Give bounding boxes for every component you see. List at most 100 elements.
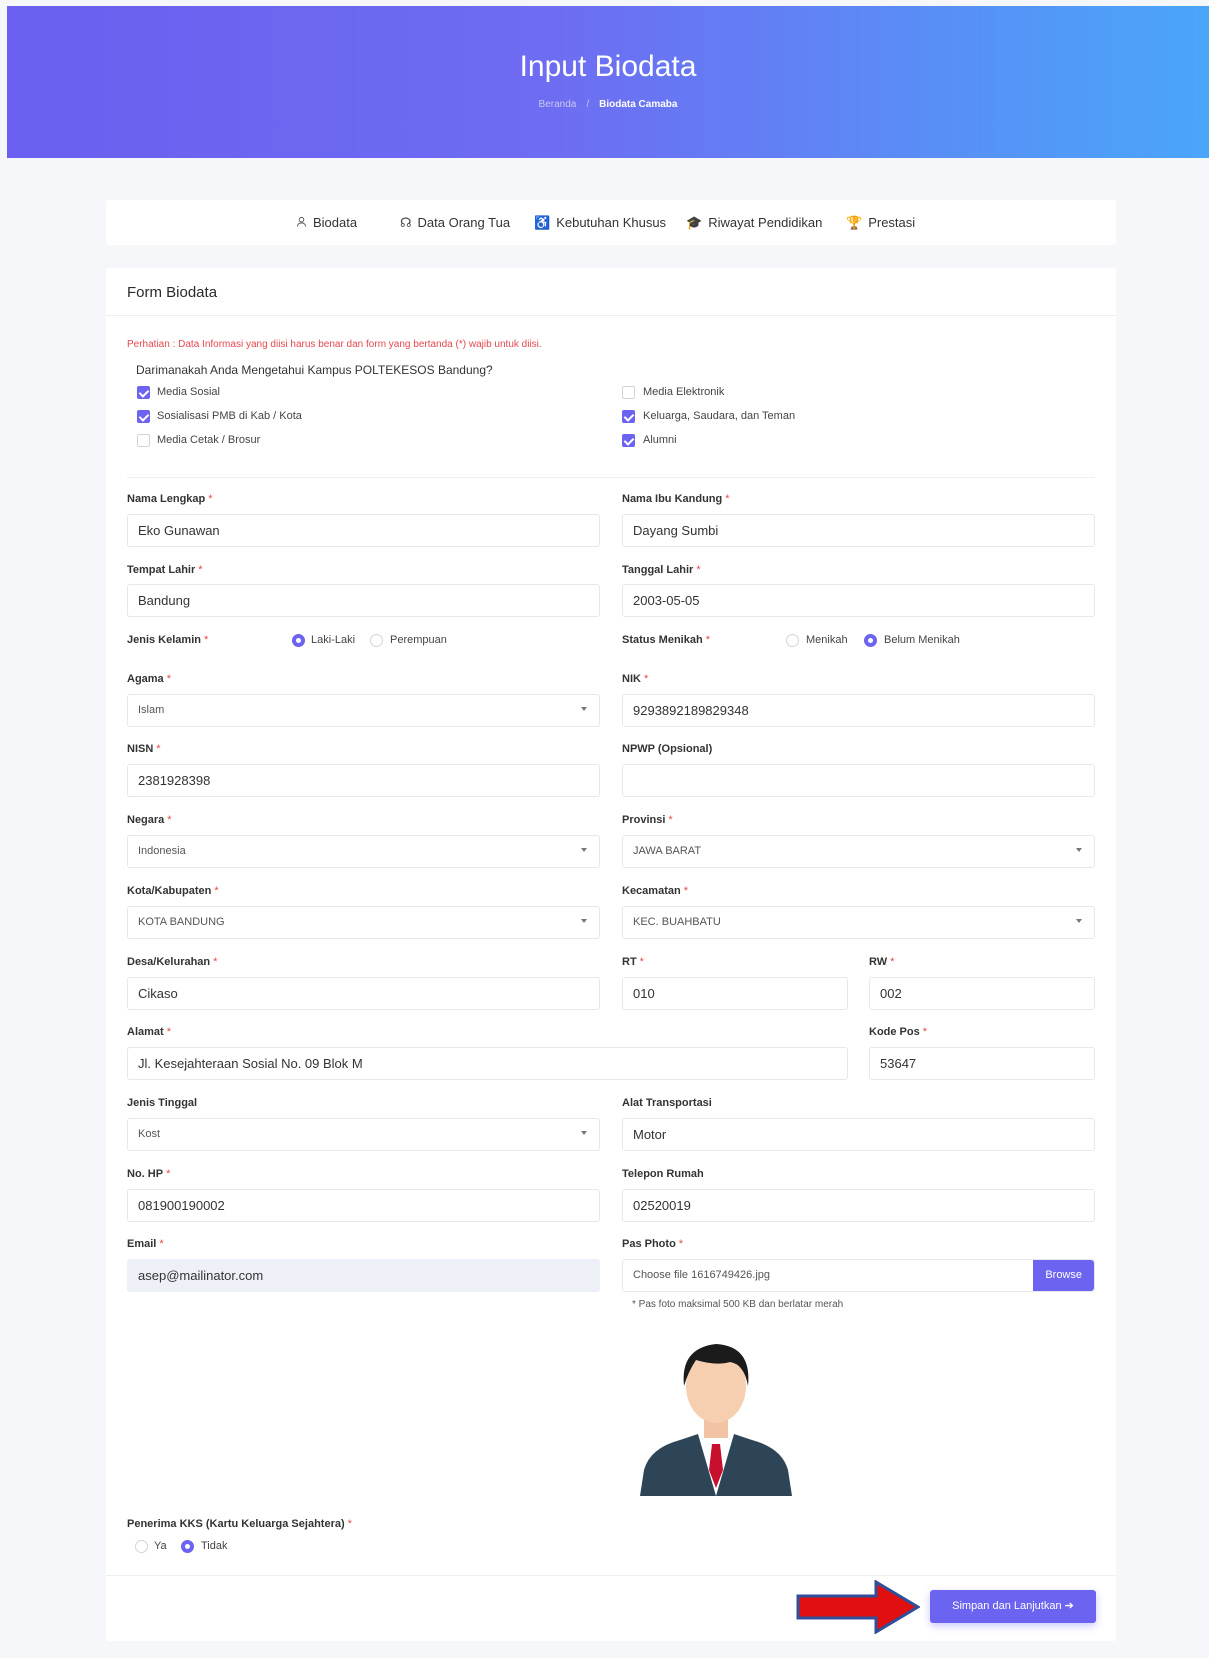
- breadcrumb-separator: /: [586, 99, 590, 110]
- alamat-input[interactable]: Jl. Kesejahteraan Sosial No. 09 Blok M: [127, 1047, 848, 1080]
- source-question: Darimanakah Anda Mengetahui Kampus POLTE…: [136, 363, 493, 377]
- agama-select[interactable]: Islam: [127, 694, 600, 727]
- browse-button[interactable]: Browse: [1033, 1260, 1094, 1291]
- label-rt: RT *: [622, 956, 644, 968]
- kota-select[interactable]: KOTA BANDUNG: [127, 906, 600, 939]
- telepon-rumah-input[interactable]: 02520019: [622, 1189, 1095, 1222]
- tab-kebutuhan-khusus[interactable]: ♿ Kebutuhan Khusus: [534, 200, 666, 245]
- label-jenis-kelamin: Jenis Kelamin *: [127, 634, 209, 646]
- breadcrumb: Beranda / Biodata Camaba: [7, 99, 1209, 110]
- divider: [106, 315, 1116, 316]
- jenis-tinggal-select[interactable]: Kost: [127, 1118, 600, 1151]
- label-nama-ibu: Nama Ibu Kandung *: [622, 493, 730, 505]
- radio-perempuan[interactable]: [370, 634, 383, 647]
- tab-label: Riwayat Pendidikan: [708, 215, 823, 230]
- tab-label: Prestasi: [868, 215, 916, 230]
- alat-transportasi-input[interactable]: Motor: [622, 1118, 1095, 1151]
- npwp-input[interactable]: [622, 764, 1095, 797]
- nama-ibu-input[interactable]: Dayang Sumbi: [622, 514, 1095, 547]
- wheelchair-icon: ♿: [534, 215, 551, 230]
- label-kode-pos: Kode Pos *: [869, 1026, 928, 1038]
- rt-input[interactable]: 010: [622, 977, 848, 1010]
- file-name: Choose file 1616749426.jpg: [633, 1269, 771, 1281]
- chevron-down-icon: [581, 848, 587, 852]
- tempat-lahir-input[interactable]: Bandung: [127, 584, 600, 617]
- radio-label: Perempuan: [390, 634, 447, 646]
- tab-prestasi[interactable]: 🏆 Prestasi: [846, 200, 915, 245]
- radio-kks-ya[interactable]: [135, 1540, 148, 1553]
- checkbox-label: Media Sosial: [157, 386, 220, 398]
- radio-label: Tidak: [201, 1540, 228, 1552]
- checkbox-media-elektronik[interactable]: [622, 386, 635, 399]
- desa-input[interactable]: Cikaso: [127, 977, 600, 1010]
- radio-kks-tidak[interactable]: [181, 1540, 194, 1553]
- radio-laki-laki[interactable]: [292, 634, 305, 647]
- nisn-input[interactable]: 2381928398: [127, 764, 600, 797]
- nama-lengkap-input[interactable]: Eko Gunawan: [127, 514, 600, 547]
- label-no-hp: No. HP *: [127, 1168, 171, 1180]
- tab-data-orang-tua[interactable]: ☊ Data Orang Tua: [400, 200, 510, 245]
- label-tempat-lahir: Tempat Lahir *: [127, 564, 203, 576]
- tab-label: Kebutuhan Khusus: [556, 215, 667, 230]
- label-negara: Negara *: [127, 814, 172, 826]
- email-input[interactable]: asep@mailinator.com: [127, 1259, 600, 1292]
- tab-riwayat-pendidikan[interactable]: 🎓 Riwayat Pendidikan: [686, 200, 822, 245]
- tanggal-lahir-input[interactable]: 2003-05-05: [622, 584, 1095, 617]
- label-nisn: NISN *: [127, 743, 161, 755]
- checkbox-media-cetak[interactable]: [137, 434, 150, 447]
- label-alamat: Alamat *: [127, 1026, 171, 1038]
- checkbox-label: Media Cetak / Brosur: [157, 434, 261, 446]
- checkbox-media-sosial[interactable]: [137, 386, 150, 399]
- checkbox-sosialisasi-pmb[interactable]: [137, 410, 150, 423]
- label-desa: Desa/Kelurahan *: [127, 956, 218, 968]
- label-rw: RW *: [869, 956, 895, 968]
- label-alat-transportasi: Alat Transportasi: [622, 1097, 712, 1109]
- biodata-form-card: Form Biodata Perhatian : Data Informasi …: [106, 268, 1116, 1641]
- negara-select[interactable]: Indonesia: [127, 835, 600, 868]
- label-telepon-rumah: Telepon Rumah: [622, 1168, 704, 1180]
- label-nik: NIK *: [622, 673, 649, 685]
- radio-menikah[interactable]: [786, 634, 799, 647]
- checkbox-alumni[interactable]: [622, 434, 635, 447]
- tab-label: Biodata: [313, 215, 358, 230]
- divider: [127, 477, 1095, 478]
- label-jenis-tinggal: Jenis Tinggal: [127, 1097, 198, 1109]
- breadcrumb-home[interactable]: Beranda: [539, 99, 577, 110]
- checkbox-label: Sosialisasi PMB di Kab / Kota: [157, 410, 302, 422]
- radio-belum-menikah[interactable]: [864, 634, 877, 647]
- divider: [106, 1575, 1116, 1576]
- label-email: Email *: [127, 1238, 164, 1250]
- form-tabs: Biodata ☊ Data Orang Tua ♿ Kebutuhan Khusu…: [106, 200, 1116, 245]
- radio-label: Ya: [154, 1540, 167, 1552]
- label-kecamatan: Kecamatan *: [622, 885, 688, 897]
- pas-photo-file-input[interactable]: Choose file 1616749426.jpg Browse: [622, 1259, 1095, 1292]
- checkbox-keluarga[interactable]: [622, 410, 635, 423]
- parents-icon: ☊: [400, 215, 412, 230]
- form-title: Form Biodata: [127, 284, 218, 301]
- kode-pos-input[interactable]: 53647: [869, 1047, 1095, 1080]
- rw-input[interactable]: 002: [869, 977, 1095, 1010]
- user-icon: [296, 216, 307, 227]
- breadcrumb-current: Biodata Camaba: [599, 99, 678, 110]
- chevron-down-icon: [1076, 848, 1082, 852]
- no-hp-input[interactable]: 081900190002: [127, 1189, 600, 1222]
- page-title: Input Biodata: [519, 50, 697, 83]
- checkbox-label: Keluarga, Saudara, dan Teman: [643, 410, 796, 422]
- nik-input[interactable]: 9293892189829348: [622, 694, 1095, 727]
- kecamatan-select[interactable]: KEC. BUAHBATU: [622, 906, 1095, 939]
- page-header: Input Biodata Beranda / Biodata Camaba: [7, 6, 1209, 158]
- label-kota: Kota/Kabupaten *: [127, 885, 219, 897]
- graduation-cap-icon: 🎓: [686, 215, 703, 230]
- form-warning: Perhatian : Data Informasi yang diisi ha…: [127, 339, 542, 350]
- save-and-continue-button[interactable]: Simpan dan Lanjutkan ➔: [930, 1590, 1096, 1623]
- checkbox-label: Media Elektronik: [643, 386, 725, 398]
- checkbox-label: Alumni: [643, 434, 677, 446]
- tab-label: Data Orang Tua: [417, 215, 511, 230]
- annotation-arrow-icon: [796, 1580, 920, 1634]
- radio-label: Menikah: [806, 634, 848, 646]
- radio-label: Laki-Laki: [311, 634, 356, 646]
- provinsi-select[interactable]: JAWA BARAT: [622, 835, 1095, 868]
- tab-biodata[interactable]: Biodata: [296, 200, 357, 245]
- chevron-down-icon: [581, 1131, 587, 1135]
- trophy-icon: 🏆: [846, 215, 863, 230]
